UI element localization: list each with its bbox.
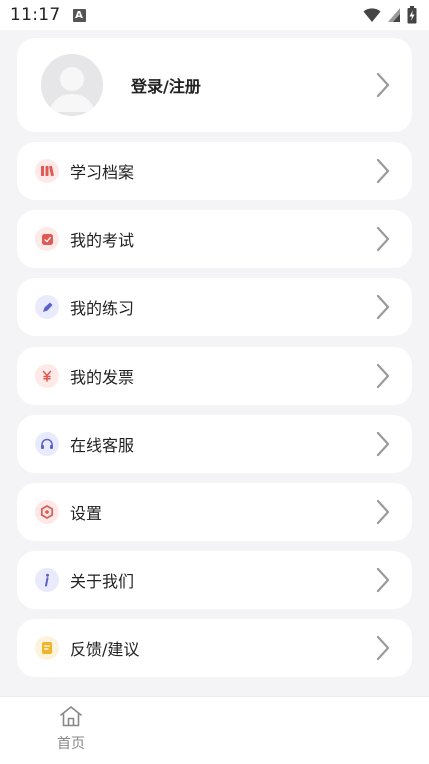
chevron-right-icon [376, 635, 390, 661]
login-register-link[interactable]: 登录/注册 [131, 38, 201, 132]
headset-icon [35, 432, 59, 456]
menu-item[interactable]: 反馈/建议 [17, 619, 412, 677]
status-time: 11:17 [10, 5, 61, 25]
menu-item-label: 我的发票 [70, 368, 135, 387]
menu-item-label: 学习档案 [70, 163, 135, 182]
menu-item-label: 我的练习 [70, 299, 135, 318]
info-icon [35, 568, 59, 592]
pen-icon [35, 295, 59, 319]
battery-icon [407, 6, 417, 24]
menu-item[interactable]: 关于我们 [17, 551, 412, 609]
menu-item-label: 我的考试 [70, 231, 135, 250]
chevron-right-icon [376, 431, 390, 457]
signal-icon [388, 8, 400, 22]
wifi-icon [363, 8, 381, 22]
menu-item-label: 反馈/建议 [70, 640, 140, 659]
menu-item-label: 关于我们 [70, 572, 135, 591]
menu-item[interactable]: 我的发票 [17, 347, 412, 405]
home-icon [60, 706, 82, 727]
yen-icon [35, 364, 59, 388]
archive-icon [35, 159, 59, 183]
chevron-right-icon [376, 226, 390, 252]
menu-item[interactable]: 我的考试 [17, 210, 412, 268]
menu-item-label: 设置 [70, 504, 103, 523]
feedback-icon [35, 636, 59, 660]
menu-item[interactable]: 我的练习 [17, 278, 412, 336]
chevron-right-icon [376, 567, 390, 593]
menu-item[interactable]: 学习档案 [17, 142, 412, 200]
avatar[interactable] [41, 54, 103, 116]
exam-icon [35, 227, 59, 251]
chevron-right-icon [376, 363, 390, 389]
chevron-right-icon [376, 294, 390, 320]
menu-item[interactable]: 设置 [17, 483, 412, 541]
login-card[interactable]: 登录/注册 [17, 38, 412, 132]
chevron-right-icon [376, 72, 390, 98]
hexagon-settings-icon [35, 500, 59, 524]
status-bar: 11:17 A [0, 0, 429, 30]
notification-badge: A [72, 8, 86, 22]
menu-item-label: 在线客服 [70, 436, 135, 455]
tab-home-label: 首页 [57, 736, 85, 752]
default-avatar-icon [41, 54, 103, 116]
bottom-tab-bar: 首页 [0, 696, 429, 764]
chevron-right-icon [376, 499, 390, 525]
chevron-right-icon [376, 158, 390, 184]
status-icons [363, 6, 417, 24]
menu-item[interactable]: 在线客服 [17, 415, 412, 473]
tab-home[interactable]: 首页 [36, 705, 106, 759]
